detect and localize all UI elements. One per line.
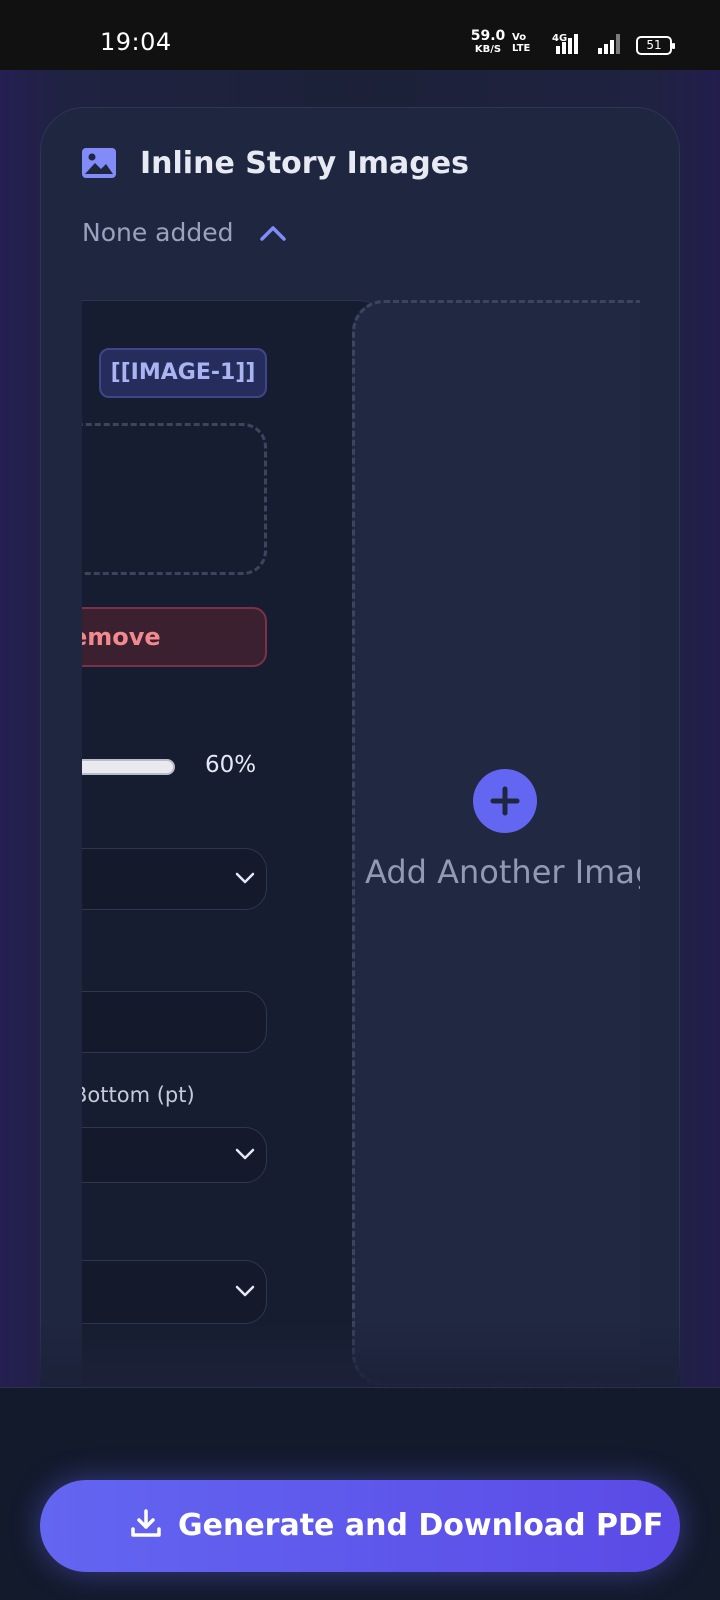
images-status: None added (82, 218, 234, 247)
scroll-fade (40, 1320, 680, 1390)
caption-input[interactable] (82, 991, 267, 1053)
status-time: 19:04 (100, 28, 172, 56)
scale-slider[interactable] (82, 759, 175, 775)
section-title: Inline Story Images (140, 146, 469, 181)
margin-bottom-select[interactable] (82, 1127, 267, 1183)
battery-icon: 51 (636, 36, 675, 55)
remove-label: emove (82, 623, 161, 651)
image-item-card: [[IMAGE-1]] emove 60% Bottom (pt) (82, 300, 390, 1386)
image-icon (82, 148, 116, 178)
chevron-down-icon (235, 1148, 255, 1160)
add-image-label: Add Another Image (365, 853, 640, 891)
position-select[interactable] (82, 1260, 267, 1324)
image-tag-chip: [[IMAGE-1]] (99, 348, 267, 398)
image-carousel[interactable]: [[IMAGE-1]] emove 60% Bottom (pt) Add An… (82, 296, 640, 1390)
status-bar: 19:04 59.0 KB/S Vo LTE 4G 51 (0, 0, 720, 70)
network-speed-unit: KB/S (474, 44, 502, 55)
network-speed: 59.0 KB/S (470, 28, 506, 56)
scale-value: 60% (205, 752, 257, 778)
plus-icon[interactable] (473, 769, 537, 833)
network-speed-value: 59.0 (470, 28, 506, 44)
chevron-up-icon[interactable] (258, 221, 288, 245)
margin-bottom-label: Bottom (pt) (82, 1083, 195, 1107)
alignment-select[interactable] (82, 848, 267, 910)
add-image-card[interactable]: Add Another Image (352, 300, 640, 1386)
volte-icon: Vo LTE (512, 32, 531, 54)
generate-pdf-label: Generate and Download PDF (178, 1508, 664, 1543)
chevron-down-icon (235, 872, 255, 884)
image-dropzone[interactable] (82, 423, 267, 575)
generate-pdf-button[interactable]: Generate and Download PDF (40, 1480, 680, 1572)
remove-button[interactable]: emove (82, 607, 267, 667)
chevron-down-icon (235, 1285, 255, 1297)
download-icon (131, 1509, 161, 1537)
